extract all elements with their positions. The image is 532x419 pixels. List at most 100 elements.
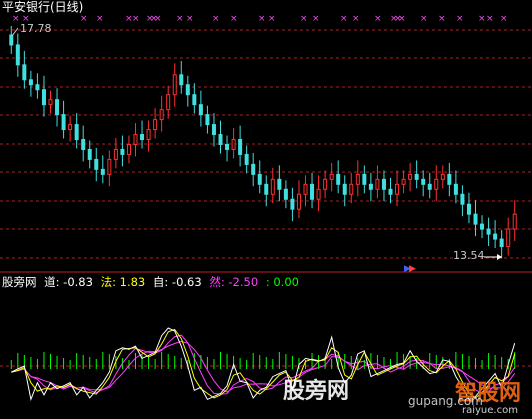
candle-body [185,84,190,96]
candle-body [499,238,504,248]
indicator-name: 股旁网 [2,275,37,289]
candle-body [166,94,171,111]
candle-body [205,114,210,126]
candle-body [172,74,177,96]
candle-body [61,114,66,131]
signal-marker: × [500,14,508,24]
candle-body [211,124,216,136]
signal-marker: × [154,14,162,24]
candle-body [81,139,86,150]
candle-body [336,173,341,185]
candle-body [349,183,354,195]
candle-body [342,183,347,195]
candle-body [140,134,145,141]
scroll-marker: ▶ [409,264,416,274]
candle-body [179,74,184,86]
indicator-legend: 股旁网 道: -0.83 法: 1.83 自: -0.63 然: -2.50 :… [2,276,303,289]
price-high-label: 17.78 [20,22,52,35]
candle-body [55,99,60,116]
candle-body [225,143,230,150]
candle-body [264,183,269,195]
candle-body [9,34,14,46]
candle-body [316,188,321,200]
signal-marker: × [186,14,194,24]
candle-body [257,173,262,185]
candle-body [290,198,295,210]
candle-body [153,119,158,131]
signal-marker: × [230,14,238,24]
watermark-left: 股旁网 [283,379,350,404]
signal-marker: × [352,14,360,24]
signal-marker: × [80,14,88,24]
chart-canvas[interactable]: × × × × × × ××× × × × × × × × × × × × ××× × × × × × ×▶▶ [0,0,532,419]
candle-body [453,183,458,195]
candle-body [486,228,491,235]
candle-body [368,183,373,190]
candle-body [41,89,46,106]
candle-body [447,173,452,185]
price-low-label: 13.54 [453,249,485,262]
candle-body [231,139,236,150]
signal-marker: × [268,14,276,24]
candle-body [355,173,360,185]
signal-marker: × [176,14,184,24]
candle-body [395,183,400,195]
candle-body [87,148,92,160]
candle-body [94,158,99,170]
signal-marker: × [12,14,20,24]
candle-body [381,178,386,190]
signal-marker: × [438,14,446,24]
candle-body [296,193,301,210]
candle-body [401,178,406,185]
candle-body [283,188,288,200]
candle-body [506,228,511,248]
signal-marker: × [478,14,486,24]
candle-body [421,178,426,185]
candle-body [48,99,53,106]
indicator-ran: 然: -2.50 [209,275,259,289]
candle-body [362,173,367,185]
candle-body [310,183,315,200]
signal-marker: × [340,14,348,24]
candle-body [493,233,498,240]
candle-body [120,148,125,155]
indicator-zi: 自: -0.63 [152,275,202,289]
candle-body [408,173,413,180]
candle-body [427,183,432,190]
candle-body [270,178,275,195]
candle-body [159,109,164,121]
candle-body [512,213,517,230]
candle-body [68,124,73,131]
signal-marker: × [96,14,104,24]
signal-marker: × [420,14,428,24]
candle-body [133,134,138,145]
candle-body [460,193,465,205]
candle-body [35,84,40,91]
candle-body [218,134,223,145]
candle-body [15,44,20,66]
candle-body [375,178,380,190]
candle-body [74,124,79,141]
candle-body [414,173,419,180]
candle-body [277,178,282,190]
high-pointer [11,27,19,37]
candle-body [388,188,393,195]
stock-chart-window: × × × × × × × × × × × × × × × × × × × × × × × × × × × × × ▶ ▶ 平安银行(日线)… [0,0,532,419]
candle-body [440,173,445,180]
signal-marker: × [486,14,494,24]
watermark-url2: raiyue.com [462,405,518,416]
indicator-zero: : 0.00 [265,275,299,289]
candle-body [473,213,478,225]
candle-body [107,158,112,175]
indicator-fa: 法: 1.83 [100,275,146,289]
candle-body [28,79,33,86]
chart-title: 平安银行(日线) [2,0,84,14]
candle-body [146,129,151,141]
candle-body [251,163,256,175]
fa-line [11,328,516,399]
candle-body [192,94,197,106]
signal-marker: × [398,14,406,24]
candle-body [126,143,131,155]
candle-body [323,178,328,190]
candle-body [303,183,308,195]
